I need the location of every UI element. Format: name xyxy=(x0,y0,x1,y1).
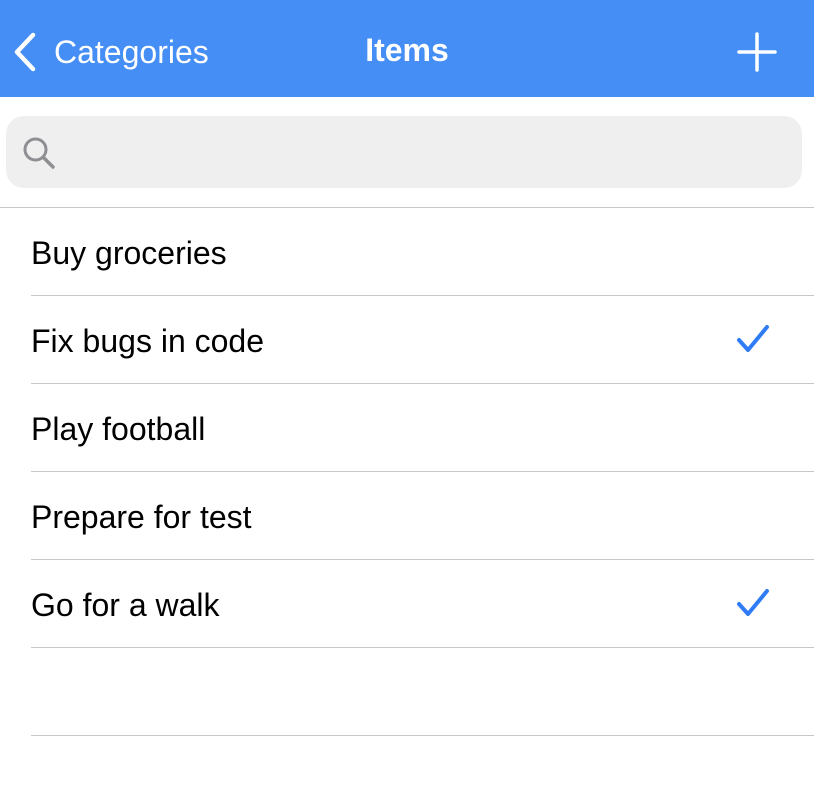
add-item-button[interactable] xyxy=(736,31,778,73)
list-item-empty xyxy=(0,648,814,736)
items-list: Buy groceries Fix bugs in code Play foot… xyxy=(0,208,814,736)
list-item-label: Fix bugs in code xyxy=(31,323,265,359)
checkmark-icon xyxy=(736,588,770,618)
list-item[interactable]: Buy groceries xyxy=(0,208,814,296)
list-item[interactable]: Fix bugs in code xyxy=(0,296,814,384)
list-item-label: Go for a walk xyxy=(31,587,220,623)
search-icon xyxy=(22,136,56,175)
checkmark-icon xyxy=(736,324,770,354)
list-item[interactable]: Go for a walk xyxy=(0,560,814,648)
search-bar xyxy=(6,116,802,188)
list-item-label: Play football xyxy=(31,411,206,447)
list-item[interactable]: Prepare for test xyxy=(0,472,814,560)
plus-icon xyxy=(736,31,778,73)
search-input[interactable] xyxy=(68,130,792,176)
list-item[interactable]: Play football xyxy=(0,384,814,472)
page-title: Items xyxy=(365,32,449,68)
navigation-bar: Categories Items xyxy=(0,0,814,97)
list-item-label: Prepare for test xyxy=(31,499,252,535)
list-item-label: Buy groceries xyxy=(31,235,227,271)
row-separator xyxy=(31,735,814,736)
